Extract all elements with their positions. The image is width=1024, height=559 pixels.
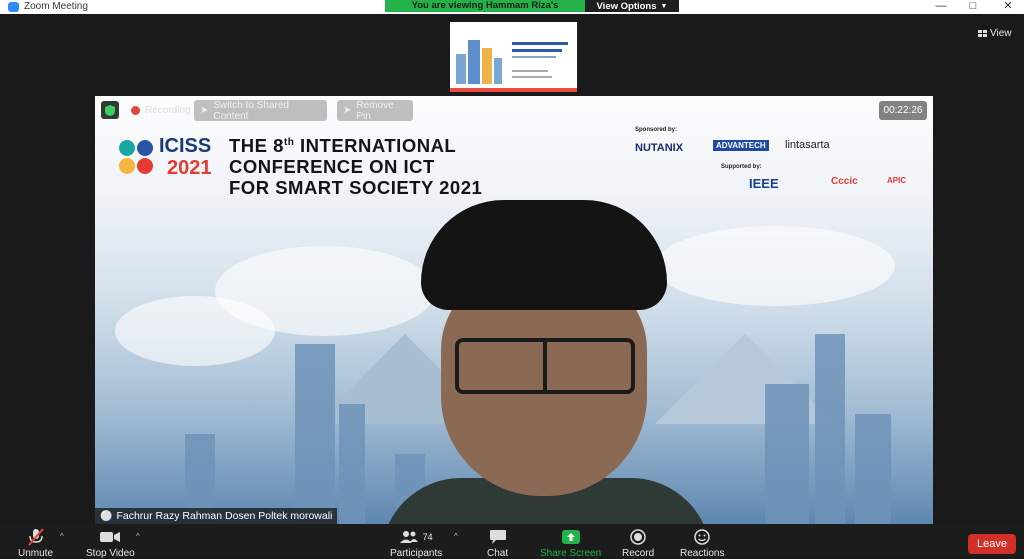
logo-year: 2021 — [167, 157, 212, 179]
reactions-label: Reactions — [680, 548, 725, 559]
title-line3: FOR SMART SOCIETY 2021 — [229, 177, 483, 199]
share-screen-button[interactable]: Share Screen — [540, 528, 601, 559]
leave-button[interactable]: Leave — [968, 534, 1016, 554]
iciss-logo-icon — [119, 140, 155, 176]
glasses — [455, 338, 635, 394]
speaker-video[interactable]: Recording ➤ Switch to Shared Content ➤ R… — [95, 96, 933, 524]
title-line2: CONFERENCE ON ICT — [229, 156, 435, 178]
supporter-ieee: IEEE — [749, 176, 779, 191]
view-options-label: View Options — [596, 0, 657, 12]
chevron-down-icon: ▼ — [660, 2, 668, 10]
share-screen-label: Share Screen — [540, 548, 602, 559]
unmute-label: Unmute — [18, 548, 54, 559]
recording-indicator: Recording — [125, 100, 197, 121]
meeting-toolbar: Unmute ^ Stop Video ^ 74 Participants ^ … — [0, 524, 1024, 559]
close-icon[interactable]: ✕ — [997, 0, 1019, 14]
view-options-button[interactable]: View Options ▼ — [585, 0, 679, 12]
participants-count: 74 — [422, 532, 433, 542]
share-screen-icon — [561, 528, 581, 546]
participants-label: Participants — [390, 548, 443, 559]
window-title: Zoom Meeting — [24, 1, 88, 12]
participants-icon-wrap: 74 — [399, 528, 433, 546]
remove-pin-label: Remove Pin — [356, 99, 394, 122]
participant-name: Fachrur Razy Rahman Dosen Poltek morowal… — [116, 510, 333, 522]
pin-icon: ➤ — [200, 105, 209, 116]
meeting-timer: 00:22:26 — [879, 101, 927, 120]
view-button[interactable]: View — [978, 28, 1012, 39]
participants-icon — [399, 531, 418, 543]
sponsored-by-label: Sponsored by: — [635, 127, 678, 133]
conference-title: THE 8th INTERNATIONAL CONFERENCE ON ICT … — [229, 132, 482, 198]
remove-pin-button[interactable]: ➤ Remove Pin — [337, 99, 413, 122]
chat-icon — [489, 528, 507, 546]
switch-label: Switch to Shared Content — [213, 99, 289, 122]
sponsor-advantech: ADVANTECH — [713, 140, 769, 151]
stop-video-button[interactable]: Stop Video — [86, 528, 135, 559]
sponsor-nutanix: NUTANIX — [635, 142, 684, 154]
minimize-icon[interactable]: — — [930, 0, 952, 14]
record-icon — [630, 528, 646, 546]
chat-button[interactable]: Chat — [487, 528, 508, 559]
record-dot-icon — [131, 106, 140, 115]
reactions-button[interactable]: Reactions — [680, 528, 724, 559]
shared-screen-thumbnail[interactable] — [450, 22, 577, 92]
unpin-icon: ➤ — [343, 105, 352, 116]
participant-nameplate: ⚪ Fachrur Razy Rahman Dosen Poltek morow… — [95, 508, 338, 524]
supported-by-label: Supported by: — [721, 164, 762, 170]
stop-video-label: Stop Video — [86, 548, 135, 559]
chat-label: Chat — [487, 548, 509, 559]
switch-to-shared-content-button[interactable]: ➤ Switch to Shared Content — [194, 99, 327, 122]
zoom-app-icon — [8, 2, 19, 12]
speaker-person — [381, 200, 711, 524]
sponsor-lintasarta: lintasarta — [785, 139, 830, 151]
mic-muted-icon — [27, 528, 44, 546]
viewing-screen-label: You are viewing Hammam Riza's screen — [385, 0, 585, 22]
share-status-bar: You are viewing Hammam Riza's screen Vie… — [385, 0, 679, 22]
video-camera-icon — [100, 528, 121, 546]
grid-view-icon — [978, 30, 987, 37]
unmute-button[interactable]: Unmute — [18, 528, 53, 559]
recording-label: Recording — [145, 105, 191, 116]
record-button[interactable]: Record — [622, 528, 654, 559]
logo-text: ICISS — [159, 135, 212, 157]
supporter-apic: APIC — [887, 176, 907, 185]
security-shield-icon — [101, 101, 119, 119]
title-line1-sup: th — [283, 137, 295, 148]
smiley-icon — [694, 528, 710, 546]
participants-button[interactable]: 74 Participants — [390, 528, 442, 559]
supporter-cccic: Cccic — [831, 176, 858, 187]
title-line1-suffix: INTERNATIONAL — [294, 135, 457, 157]
view-button-label: View — [990, 28, 1012, 39]
title-line1-prefix: THE 8 — [229, 135, 284, 157]
maximize-icon[interactable]: □ — [962, 0, 984, 14]
video-options-chevron-icon[interactable]: ^ — [136, 532, 140, 541]
muted-mic-icon: ⚪ — [100, 510, 113, 522]
participants-chevron-icon[interactable]: ^ — [454, 532, 458, 541]
audio-options-chevron-icon[interactable]: ^ — [60, 532, 64, 541]
record-label: Record — [622, 548, 655, 559]
